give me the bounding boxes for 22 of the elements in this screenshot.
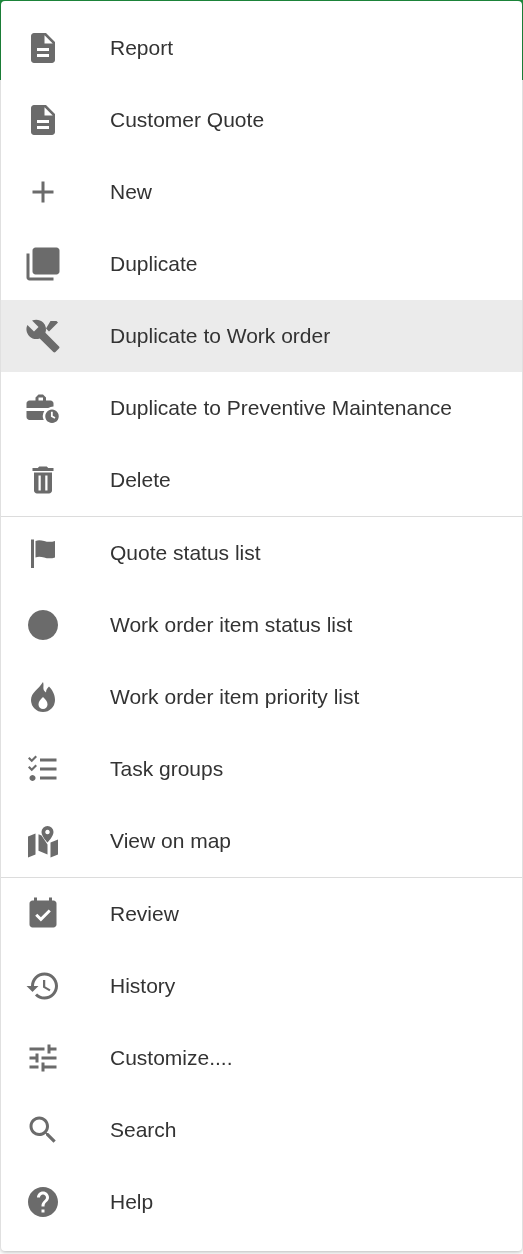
menu-item[interactable]: Review — [1, 878, 522, 950]
menu-item[interactable]: Customer Quote — [1, 84, 522, 156]
menu-item[interactable]: Quote status list — [1, 517, 522, 589]
menu-item[interactable]: Work order item status list — [1, 589, 522, 661]
menu-item[interactable]: Help — [1, 1166, 522, 1238]
menu-item[interactable]: New — [1, 156, 522, 228]
circle-icon — [25, 607, 61, 643]
menu-item[interactable]: Search — [1, 1094, 522, 1166]
menu-item[interactable]: Duplicate — [1, 228, 522, 300]
menu-item[interactable]: Task groups — [1, 733, 522, 805]
menu-item[interactable]: Report — [1, 12, 522, 84]
menu-item[interactable]: Work order item priority list — [1, 661, 522, 733]
menu-item[interactable]: Customize.... — [1, 1022, 522, 1094]
help-icon — [25, 1184, 61, 1220]
menu-item[interactable]: Duplicate to Preventive Maintenance — [1, 372, 522, 444]
menu-item[interactable]: Duplicate to Work order — [1, 300, 522, 372]
tools-icon — [25, 318, 61, 354]
copy-icon — [25, 246, 61, 282]
map-pin-icon — [25, 823, 61, 859]
menu-item[interactable]: History — [1, 950, 522, 1022]
menu-item[interactable]: View on map — [1, 805, 522, 877]
menu-item[interactable]: Delete — [1, 444, 522, 516]
